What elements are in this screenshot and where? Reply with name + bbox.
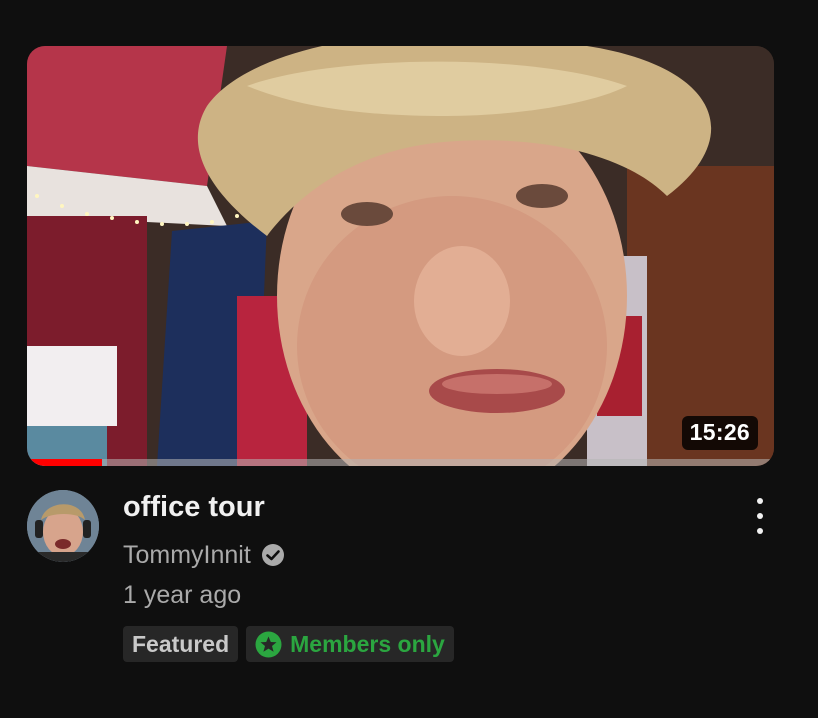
members-star-icon [255,631,282,657]
members-badge-label: Members only [290,630,445,657]
channel-row: TommyInnit [123,540,774,570]
channel-name[interactable]: TommyInnit [123,540,251,570]
members-only-badge: Members only [246,626,454,662]
video-thumbnail[interactable]: 15:26 [27,46,774,466]
channel-avatar[interactable] [27,490,99,562]
verified-check-icon [261,544,284,566]
featured-badge-label: Featured [132,630,230,657]
video-card[interactable]: 15:26 office tour TommyInnit 1 year ago … [27,46,774,662]
thumbnail-image [27,46,774,466]
featured-badge: Featured [123,626,239,662]
video-title[interactable]: office tour [123,490,774,524]
badge-row: Featured Members only [123,626,774,662]
video-meta: office tour TommyInnit 1 year ago Featur… [27,490,774,662]
avatar-image [27,490,99,562]
watch-progress-bar [27,459,774,466]
duration-badge: 15:26 [681,416,758,450]
video-details: office tour TommyInnit 1 year ago Featur… [123,490,774,662]
watch-progress-fill [27,459,102,466]
more-options-icon[interactable] [754,498,766,534]
upload-age: 1 year ago [123,581,242,609]
